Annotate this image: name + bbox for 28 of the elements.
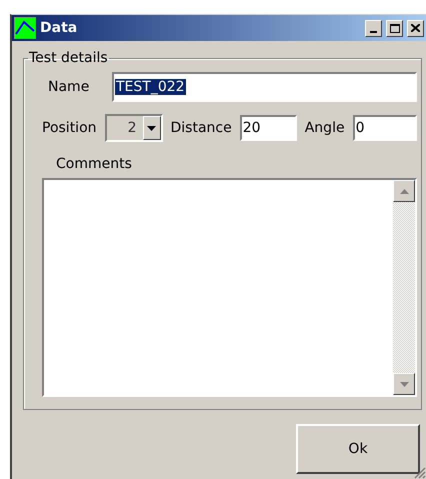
window-title: Data (40, 20, 78, 36)
caret-icon (147, 126, 156, 130)
group-title: Test details (28, 50, 109, 66)
name-label: Name (47, 79, 90, 95)
minimize-button[interactable] (365, 20, 382, 36)
minimize-icon (370, 30, 377, 32)
up-arrow-icon (400, 188, 408, 194)
position-label: Position (42, 120, 97, 136)
angle-field[interactable]: 0 (352, 115, 417, 141)
close-icon (411, 24, 420, 32)
ok-button[interactable]: Ok (296, 424, 420, 474)
comments-field[interactable] (42, 178, 417, 397)
maximize-icon (390, 24, 400, 32)
name-field[interactable]: TEST_022 (112, 72, 417, 102)
scrollbar[interactable] (393, 180, 415, 395)
resize-grip-icon[interactable] (414, 467, 426, 479)
close-button[interactable] (407, 20, 424, 36)
comments-label: Comments (55, 156, 133, 172)
scroll-up-button[interactable] (393, 180, 415, 202)
position-dropdown[interactable]: 2 (104, 114, 163, 142)
maximize-button[interactable] (386, 20, 403, 36)
angle-label: Angle (304, 120, 345, 136)
dropdown-button[interactable] (142, 116, 161, 140)
distance-label: Distance (170, 120, 232, 136)
scroll-down-button[interactable] (393, 373, 415, 395)
down-arrow-icon (400, 382, 408, 386)
app-icon (14, 17, 36, 39)
distance-field[interactable]: 20 (240, 115, 297, 141)
